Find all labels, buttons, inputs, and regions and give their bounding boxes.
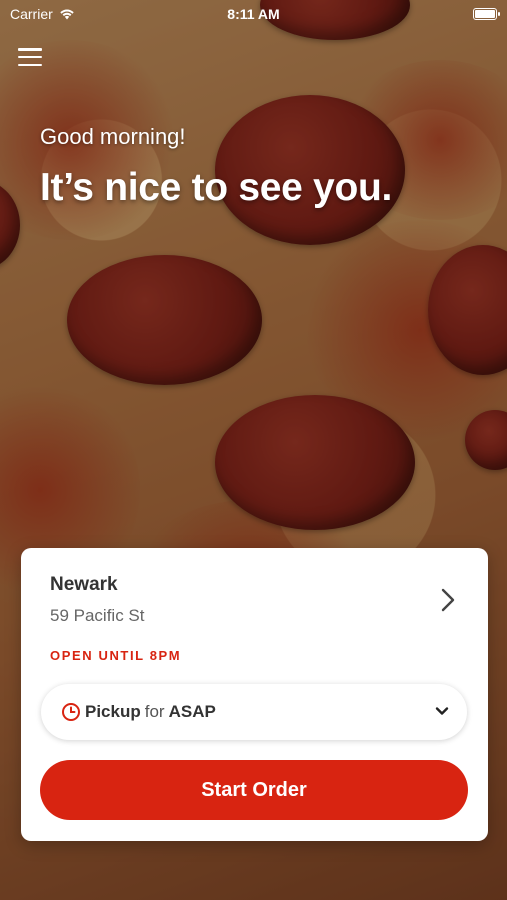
greeting-title: It’s nice to see you. <box>40 166 393 209</box>
battery-icon <box>473 8 500 20</box>
start-order-button[interactable]: Start Order <box>40 760 468 820</box>
hamburger-menu-icon[interactable] <box>18 46 42 68</box>
status-time: 8:11 AM <box>227 6 280 22</box>
wifi-icon <box>60 9 74 20</box>
pickup-mode: Pickup <box>85 702 141 721</box>
chevron-down-icon <box>435 707 449 715</box>
carrier-label: Carrier <box>10 6 53 22</box>
clock-icon <box>62 703 80 721</box>
store-selector[interactable]: Newark 59 Pacific St <box>50 574 468 634</box>
greeting-subtitle: Good morning! <box>40 124 186 149</box>
store-card: Newark 59 Pacific St OPEN UNTIL 8PM Pick… <box>21 548 488 841</box>
store-name: Newark <box>50 574 118 595</box>
chevron-right-icon <box>441 588 455 612</box>
pickup-connector: for <box>144 702 165 721</box>
pickup-time-selector[interactable]: Pickup for ASAP <box>41 684 467 740</box>
pickup-time: ASAP <box>168 702 216 721</box>
status-bar: Carrier 8:11 AM <box>0 0 507 28</box>
store-hours-label: OPEN UNTIL 8PM <box>50 648 182 663</box>
store-address: 59 Pacific St <box>50 606 145 625</box>
